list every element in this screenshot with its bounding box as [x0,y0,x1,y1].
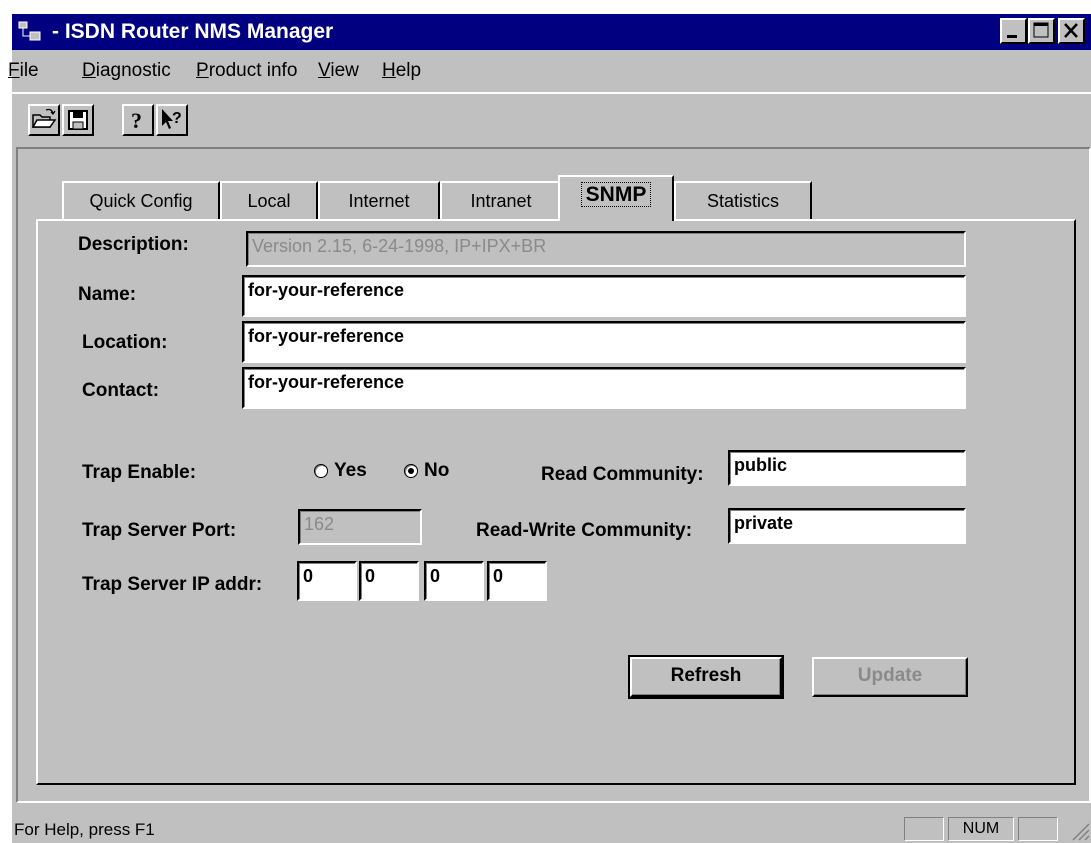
tab-snmp-label: SNMP [580,182,652,207]
location-field[interactable]: for-your-reference [242,321,966,363]
contact-field[interactable]: for-your-reference [242,367,966,409]
snmp-panel: Description: Version 2.15, 6-24-1998, IP… [36,219,1076,785]
tab-intranet[interactable]: Intranet [440,181,562,219]
tab-internet-label: Internet [348,191,410,211]
help-button[interactable]: ? [122,104,154,136]
trap-enable-label: Trap Enable: [82,462,197,483]
radio-selected-dot [408,468,414,474]
name-label: Name: [78,284,137,305]
status-pane-scroll [1018,817,1058,841]
maximize-button[interactable] [1028,18,1055,44]
refresh-button[interactable]: Refresh [628,655,784,699]
tab-local-label: Local [247,191,291,211]
location-label: Location: [82,332,168,353]
menu-help-mnemonic: H [382,60,396,81]
app-window: - ISDN Router NMS Manager File Diagnosti… [8,14,1091,843]
name-field[interactable]: for-your-reference [242,275,966,317]
open-button[interactable] [28,104,60,136]
menu-diagnostic-mnemonic: D [82,60,96,81]
window-title: - ISDN Router NMS Manager [52,20,334,43]
trap-server-ip-label: Trap Server IP addr: [82,574,263,595]
contact-label: Contact: [82,380,160,401]
tab-snmp[interactable]: SNMP [558,175,674,221]
client-area: Quick Config Local Internet Intranet SNM… [16,147,1091,803]
radio-no-circle [404,464,418,478]
menu-diagnostic-label: iagnostic [95,60,171,81]
rw-community-label: Read-Write Community: [476,520,693,541]
trap-enable-no-radio[interactable]: No [404,459,484,483]
trap-server-port-label: Trap Server Port: [82,520,237,541]
menu-file[interactable]: File [8,59,39,83]
ip-octet-1[interactable]: 0 [297,561,357,601]
menu-file-label: ile [19,60,39,81]
minimize-icon [1007,35,1017,38]
status-bar: For Help, press F1 NUM [12,811,1091,843]
help-question-icon: ? [131,108,142,133]
menu-help-label: elp [395,60,422,81]
maximize-icon [1033,22,1049,38]
tab-statistics[interactable]: Statistics [674,181,812,219]
tab-statistics-label: Statistics [706,191,780,211]
status-pane-num: NUM [948,817,1014,841]
svg-text:?: ? [131,108,142,133]
svg-text:?: ? [172,110,182,127]
menu-file-mnemonic: F [8,60,20,81]
trap-yes-label: Yes [334,460,367,481]
description-field: Version 2.15, 6-24-1998, IP+IPX+BR [246,231,966,267]
menu-product-info-mnemonic: P [196,60,209,81]
read-community-field[interactable]: public [728,450,966,486]
tab-quick-config-label: Quick Config [89,191,193,211]
save-disk-icon [68,110,88,130]
context-help-icon: ? [162,109,182,129]
menu-help[interactable]: Help [382,59,421,83]
menu-view[interactable]: View [318,59,359,83]
resize-grip-icon[interactable] [1070,821,1090,841]
menu-product-info[interactable]: Product info [196,59,297,83]
tab-intranet-label: Intranet [470,191,532,211]
status-pane-caps [904,817,944,841]
close-button[interactable] [1058,18,1085,44]
title-bar[interactable]: - ISDN Router NMS Manager [12,14,1091,50]
radio-yes-circle [314,464,328,478]
menu-product-info-label: roduct info [208,60,298,81]
app-network-icon[interactable] [18,20,42,44]
update-button[interactable]: Update [812,657,968,697]
status-text: For Help, press F1 [14,820,155,839]
menu-bar: File Diagnostic Product info View Help [8,50,1091,90]
open-folder-icon [31,108,57,128]
context-help-button[interactable]: ? [156,104,188,136]
tab-internet[interactable]: Internet [318,181,440,219]
tab-local[interactable]: Local [220,181,318,219]
description-label: Description: [78,234,189,255]
read-community-label: Read Community: [541,464,704,485]
ip-octet-3[interactable]: 0 [424,561,484,601]
ip-octet-4[interactable]: 0 [487,561,547,601]
trap-no-label: No [424,460,450,481]
save-button[interactable] [62,104,94,136]
close-icon [1064,23,1078,38]
minimize-button[interactable] [1000,18,1027,44]
trap-server-port-field: 162 [298,509,422,545]
tab-quick-config[interactable]: Quick Config [62,181,220,219]
toolbar: ? ? [12,92,1091,142]
trap-enable-yes-radio[interactable]: Yes [314,459,394,483]
rw-community-field[interactable]: private [728,508,966,544]
menu-view-label: iew [330,60,359,81]
menu-diagnostic[interactable]: Diagnostic [82,59,171,83]
ip-octet-2[interactable]: 0 [359,561,419,601]
menu-view-mnemonic: V [318,60,331,81]
